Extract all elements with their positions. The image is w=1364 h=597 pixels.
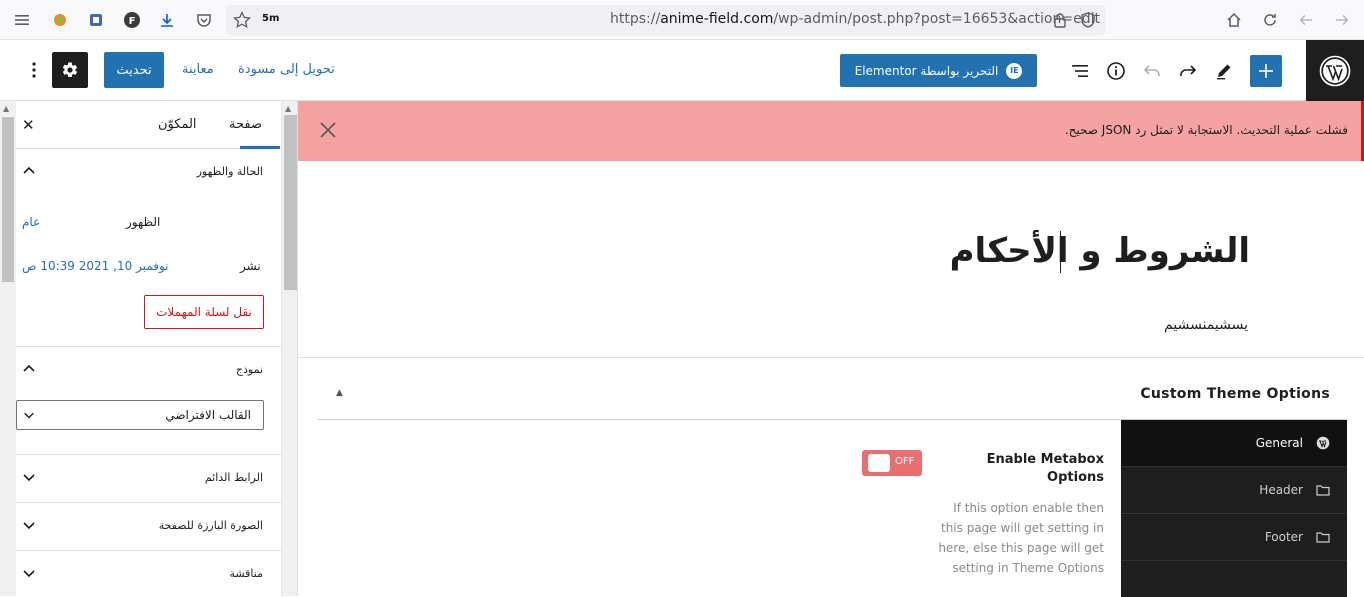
sidebar-content: ✕ المكوّن صفحة الحالة والظهور الظهور عام… xyxy=(16,101,281,596)
back-arrow-icon[interactable] xyxy=(1294,8,1318,32)
more-options-icon[interactable] xyxy=(24,58,44,82)
chevron-down-icon xyxy=(23,522,35,530)
download-icon[interactable] xyxy=(155,8,179,32)
option-description: If this option enable then this page wil… xyxy=(938,501,1104,575)
publish-label: نشر xyxy=(240,259,261,273)
panel-permalink[interactable]: الرابط الدائم xyxy=(16,455,281,503)
edit-with-elementor-button[interactable]: IE التحرير بواسطة Elementor xyxy=(840,54,1037,87)
list-view-icon[interactable] xyxy=(1066,57,1094,85)
edit-pencil-icon[interactable] xyxy=(1210,57,1238,85)
close-icon[interactable]: ✕ xyxy=(22,116,35,134)
notice-message: فشلت عملية التحديث. الاستجابة لا تمثل رد… xyxy=(1064,123,1348,137)
undo-icon[interactable] xyxy=(1138,57,1166,85)
extension-badge-icon[interactable] xyxy=(84,8,108,32)
sidebar-scrollbar-right[interactable]: ▲ xyxy=(281,101,297,596)
chevron-up-icon[interactable] xyxy=(22,362,36,376)
toggle-knob xyxy=(868,454,890,472)
scrollbar-thumb[interactable] xyxy=(2,117,14,282)
sidebar-scrollbar-left[interactable]: ▲ xyxy=(0,101,16,596)
panel-title[interactable]: الحالة والظهور xyxy=(197,165,263,178)
nav-label: Footer xyxy=(1264,530,1303,544)
preview-button[interactable]: معاينة xyxy=(182,62,214,77)
url-domain: anime-field.com xyxy=(660,11,774,27)
scroll-up-arrow-icon[interactable]: ▲ xyxy=(3,104,13,114)
add-block-button[interactable] xyxy=(1250,55,1282,87)
profile-icon[interactable]: F xyxy=(120,8,144,32)
custom-theme-options-metabox: ▲ Custom Theme Options General Header Fo… xyxy=(298,357,1364,597)
visibility-value-link[interactable]: عام xyxy=(22,215,40,229)
close-icon[interactable] xyxy=(318,120,338,140)
details-info-icon[interactable] xyxy=(1102,57,1130,85)
folder-icon xyxy=(1315,482,1331,498)
nav-label: General xyxy=(1255,436,1303,450)
switch-to-draft-button[interactable]: تحويل إلى مسودة xyxy=(238,62,335,77)
chevron-down-icon xyxy=(23,474,35,482)
toggle-state-text: OFF xyxy=(895,456,915,467)
home-icon[interactable] xyxy=(1222,8,1246,32)
wordpress-logo-button[interactable] xyxy=(1306,40,1364,101)
tab-page[interactable]: صفحة xyxy=(229,117,262,132)
panel-title: مناقشة xyxy=(229,567,263,580)
svg-text:F: F xyxy=(129,16,136,27)
option-label: Enable Metabox Options xyxy=(986,452,1104,485)
scrollbar-thumb[interactable] xyxy=(284,115,297,290)
chevron-down-icon xyxy=(23,570,35,578)
template-select[interactable]: القالب الافتراضي xyxy=(16,400,264,430)
wordpress-icon xyxy=(1319,55,1351,86)
bookmark-star-icon[interactable] xyxy=(230,8,254,32)
paragraph-block[interactable]: يسشيمنسشيم xyxy=(1164,317,1248,333)
publish-date-link[interactable]: نوفمبر 10, 2021 10:39 ص xyxy=(22,259,169,273)
error-notice: فشلت عملية التحديث. الاستجابة لا تمثل رد… xyxy=(298,101,1364,161)
panel-title: الرابط الدائم xyxy=(204,471,263,484)
metabox-nav-general[interactable]: General xyxy=(1121,420,1347,467)
browser-toolbar: F 5m https://anime-field.com/wp-admin/po… xyxy=(0,0,1364,40)
folder-icon xyxy=(1315,529,1331,545)
shield-icon[interactable] xyxy=(1076,8,1100,32)
panel-discussion[interactable]: مناقشة xyxy=(16,551,281,596)
panel-featured-image[interactable]: الصورة البارزة للصفحة xyxy=(16,503,281,551)
panel-status-visibility: الحالة والظهور الظهور عام نشر نوفمبر 10,… xyxy=(16,149,281,347)
settings-sidebar: ▲ ✕ المكوّن صفحة الحالة والظهور الظهور ع… xyxy=(0,101,298,596)
chevron-down-icon xyxy=(24,412,34,419)
pocket-icon[interactable] xyxy=(192,8,216,32)
extension-icon[interactable] xyxy=(48,8,72,32)
sidebar-tabs: ✕ المكوّن صفحة xyxy=(16,101,281,149)
metabox-nav: General Header Footer xyxy=(1115,420,1347,597)
metabox-nav-footer[interactable]: Footer xyxy=(1121,514,1347,561)
post-title[interactable]: الشروط و الأحكام xyxy=(950,231,1250,271)
url-text[interactable]: https://anime-field.com/wp-admin/post.ph… xyxy=(610,11,1100,27)
visibility-label: الظهور xyxy=(126,215,161,229)
chevron-up-icon[interactable] xyxy=(22,164,36,178)
tab-block[interactable]: المكوّن xyxy=(158,117,197,132)
url-prefix: https:// xyxy=(610,11,661,27)
reload-icon[interactable] xyxy=(1258,8,1282,32)
elementor-button-label: التحرير بواسطة Elementor xyxy=(854,63,999,78)
text-caret xyxy=(1060,231,1061,273)
collapse-arrow-icon[interactable]: ▲ xyxy=(336,388,343,398)
elementor-icon: IE xyxy=(1006,62,1023,79)
metabox-title[interactable]: Custom Theme Options xyxy=(1140,386,1330,402)
enable-metabox-toggle[interactable]: OFF xyxy=(862,450,922,476)
update-button[interactable]: تحديث xyxy=(104,52,164,88)
gear-icon xyxy=(62,62,78,77)
wordpress-icon xyxy=(1315,435,1331,451)
tab-count: 5m xyxy=(262,13,280,24)
panel-title[interactable]: نموذج xyxy=(236,363,263,376)
template-select-value: القالب الافتراضي xyxy=(165,408,251,422)
forward-arrow-icon[interactable] xyxy=(1330,8,1354,32)
settings-button[interactable] xyxy=(52,52,88,88)
menu-icon[interactable] xyxy=(10,8,34,32)
url-bar[interactable]: 5m https://anime-field.com/wp-admin/post… xyxy=(226,5,1106,35)
metabox-nav-header[interactable]: Header xyxy=(1121,467,1347,514)
nav-label: Header xyxy=(1259,483,1303,497)
lock-icon[interactable] xyxy=(1048,8,1072,32)
move-to-trash-button[interactable]: نقل لسلة المهملات xyxy=(144,295,264,329)
panel-title: الصورة البارزة للصفحة xyxy=(158,519,263,532)
plus-icon xyxy=(1259,64,1273,78)
scroll-up-arrow-icon[interactable]: ▲ xyxy=(285,104,295,114)
redo-icon[interactable] xyxy=(1174,57,1202,85)
editor-canvas: الشروط و الأحكام يسشيمنسشيم xyxy=(298,161,1364,357)
editor-header: تحديث معاينة تحويل إلى مسودة IE التحرير … xyxy=(0,40,1364,101)
